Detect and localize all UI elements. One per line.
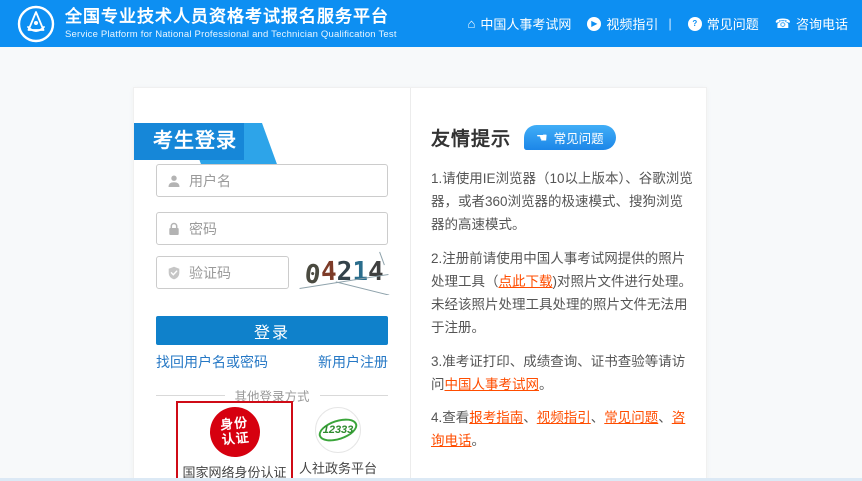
login-panel: 考生登录 bbox=[134, 88, 410, 481]
tip-text: 、 bbox=[658, 410, 672, 425]
login-button[interactable]: 登录 bbox=[156, 316, 388, 345]
page: 全国专业技术人员资格考试报名服务平台 Service Platform for … bbox=[0, 0, 862, 481]
tip-text: 。 bbox=[472, 433, 486, 448]
forgot-credentials-link[interactable]: 找回用户名或密码 bbox=[156, 352, 268, 372]
divider-line bbox=[320, 395, 389, 396]
user-icon bbox=[167, 174, 181, 188]
tip-item: 3.准考证打印、成绩查询、证书查验等请访问中国人事考试网。 bbox=[431, 350, 694, 396]
captcha-digit: 4 bbox=[320, 256, 337, 287]
tip-text: 。 bbox=[539, 377, 553, 392]
tip-text: 、 bbox=[591, 410, 605, 425]
nav-item-hotline[interactable]: ☎ 咨询电话 bbox=[775, 14, 848, 33]
page-subtitle: Service Platform for National Profession… bbox=[65, 29, 397, 40]
nav-item-cpta-site[interactable]: ⌂ 中国人事考试网 bbox=[467, 14, 571, 33]
nav-item-label: 视频指引 bbox=[606, 14, 658, 33]
brand-text: 全国专业技术人员资格考试报名服务平台 Service Platform for … bbox=[65, 7, 397, 40]
method-label: 人社政务平台 bbox=[299, 458, 377, 477]
shield-check-icon bbox=[167, 266, 181, 280]
nav-item-faq[interactable]: ? 常见问题 bbox=[688, 14, 759, 33]
account-links: 找回用户名或密码 新用户注册 bbox=[156, 352, 388, 372]
header: 全国专业技术人员资格考试报名服务平台 Service Platform for … bbox=[0, 0, 862, 47]
login-panel-ribbon: 考生登录 bbox=[134, 123, 294, 167]
captcha-digit: 4 bbox=[368, 257, 384, 287]
platform-logo-icon bbox=[16, 4, 56, 44]
12333-badge-icon: 12333 bbox=[315, 407, 361, 453]
identity-auth-badge-icon: 身份 认证 bbox=[207, 405, 262, 460]
nav-item-video-guide[interactable]: ▶ 视频指引 bbox=[587, 14, 658, 33]
tip-text: 、 bbox=[523, 410, 537, 425]
username-field bbox=[156, 164, 388, 197]
question-icon: ? bbox=[688, 17, 702, 31]
nav-item-label: 咨询电话 bbox=[796, 14, 848, 33]
phone-icon: ☎ bbox=[775, 17, 791, 30]
nav-item-label: 中国人事考试网 bbox=[480, 14, 571, 33]
method-social-platform[interactable]: 12333 人社政务平台 bbox=[299, 401, 377, 477]
tip-item: 4.查看报考指南、视频指引、常见问题、咨询电话。 bbox=[431, 406, 694, 452]
page-title: 全国专业技术人员资格考试报名服务平台 bbox=[65, 7, 397, 27]
badge-text: 12333 bbox=[323, 424, 354, 436]
captcha-input[interactable] bbox=[189, 265, 280, 281]
tip-link[interactable]: 点此下载 bbox=[499, 274, 553, 289]
tip-item: 1.请使用IE浏览器（10以上版本）、谷歌浏览器，或者360浏览器的极速模式、搜… bbox=[431, 167, 694, 237]
register-link[interactable]: 新用户注册 bbox=[318, 352, 388, 372]
captcha-field bbox=[156, 256, 289, 289]
divider-line bbox=[156, 395, 225, 396]
tip-link[interactable]: 中国人事考试网 bbox=[445, 377, 540, 392]
captcha-digit: 1 bbox=[352, 257, 368, 287]
tips-panel: 友情提示 ☚ 常见问题 1.请使用IE浏览器（10以上版本）、谷歌浏览器，或者3… bbox=[411, 88, 706, 481]
tip-link[interactable]: 常见问题 bbox=[604, 410, 658, 425]
lock-icon bbox=[167, 222, 181, 236]
tips-list: 1.请使用IE浏览器（10以上版本）、谷歌浏览器，或者360浏览器的极速模式、搜… bbox=[431, 167, 694, 452]
login-methods: 身份 认证 国家网络身份认证 12333 人社政务平台 bbox=[176, 401, 377, 481]
tip-text: 4.查看 bbox=[431, 410, 469, 425]
top-nav: ⌂ 中国人事考试网 ▶ 视频指引 |? 常见问题 ☎ 咨询电话 bbox=[467, 14, 848, 33]
nav-item-label: 常见问题 bbox=[707, 14, 759, 33]
tip-item: 2.注册前请使用中国人事考试网提供的照片处理工具（点此下载)对照片文件进行处理。… bbox=[431, 247, 694, 340]
password-field bbox=[156, 212, 388, 245]
brand: 全国专业技术人员资格考试报名服务平台 Service Platform for … bbox=[16, 4, 397, 44]
login-card: 考生登录 bbox=[133, 87, 707, 481]
tip-text: 1.请使用IE浏览器（10以上版本）、谷歌浏览器，或者360浏览器的极速模式、搜… bbox=[431, 171, 693, 232]
method-national-id-auth[interactable]: 身份 认证 国家网络身份认证 bbox=[176, 401, 293, 481]
captcha-image[interactable]: 04214 bbox=[297, 248, 392, 295]
tips-header: 友情提示 ☚ 常见问题 bbox=[431, 124, 694, 151]
tip-link[interactable]: 报考指南 bbox=[469, 410, 523, 425]
tips-title: 友情提示 bbox=[431, 124, 511, 151]
faq-button[interactable]: ☚ 常见问题 bbox=[524, 125, 616, 150]
password-input[interactable] bbox=[189, 221, 379, 237]
tip-link[interactable]: 视频指引 bbox=[537, 410, 591, 425]
play-icon: ▶ bbox=[587, 17, 601, 31]
faq-button-label: 常见问题 bbox=[554, 128, 604, 147]
pointing-hand-icon: ☚ bbox=[536, 131, 548, 144]
nav-separator: | bbox=[668, 16, 671, 31]
badge-text-line: 认证 bbox=[221, 431, 250, 449]
login-panel-title: 考生登录 bbox=[134, 123, 244, 160]
username-input[interactable] bbox=[189, 173, 379, 189]
home-icon: ⌂ bbox=[467, 17, 475, 30]
